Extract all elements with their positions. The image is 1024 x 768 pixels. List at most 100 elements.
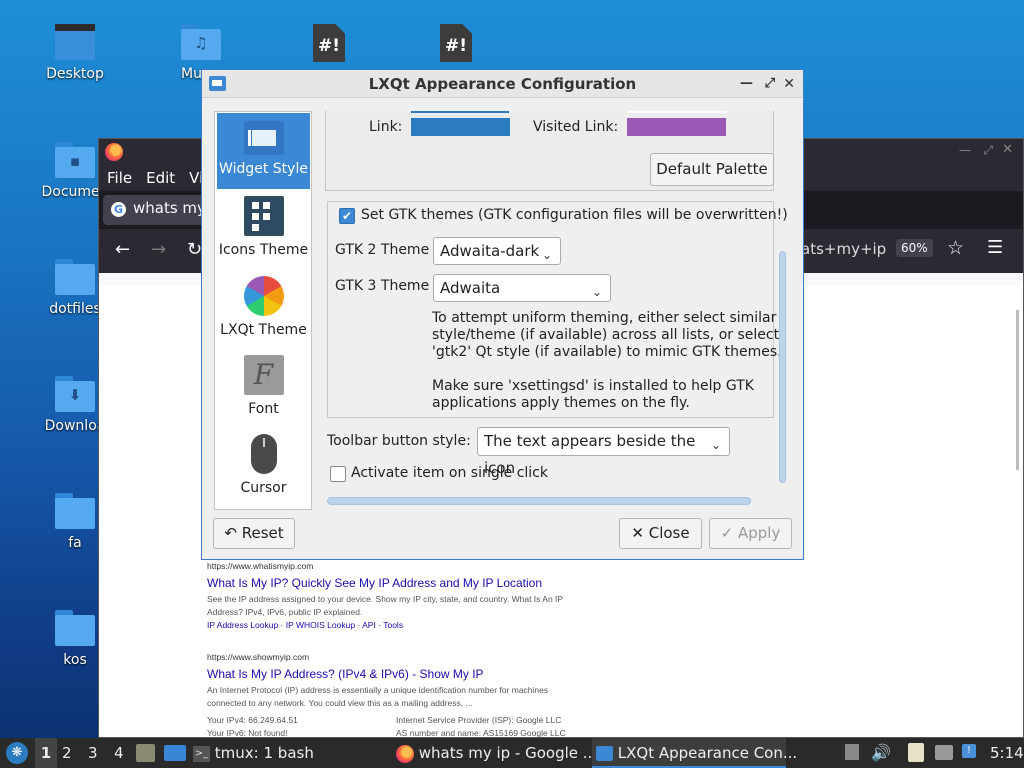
script-file-icon: #! xyxy=(440,24,472,62)
close-button[interactable]: ✕ Close xyxy=(619,518,702,549)
tab-title: whats my xyxy=(133,199,206,217)
sidebar-item-widget-style[interactable]: Widget Style xyxy=(217,113,310,189)
checkmark-icon: ✓ xyxy=(720,524,734,542)
single-click-label[interactable]: Activate item on single click xyxy=(351,465,548,481)
search-result: https://www.whatismyip.com What Is My IP… xyxy=(207,561,567,630)
minimize-icon[interactable]: — xyxy=(740,70,753,98)
horizontal-scrollbar[interactable] xyxy=(327,497,751,505)
desktop-icon-script-2[interactable]: #! xyxy=(410,24,502,62)
toolbar-style-select[interactable]: The text appears beside the icon ⌄ xyxy=(477,427,730,477)
font-icon: F xyxy=(243,355,284,395)
menu-file[interactable]: File xyxy=(107,169,132,187)
undo-icon: ↶ xyxy=(224,524,237,542)
maximize-icon[interactable]: ⤢ xyxy=(983,143,993,158)
vertical-scrollbar[interactable] xyxy=(779,251,786,483)
forward-icon[interactable]: → xyxy=(151,239,166,260)
widget-style-icon xyxy=(243,121,284,155)
visited-link-label: Visited Link: xyxy=(533,119,619,135)
sidebar-item-label: Cursor xyxy=(240,480,287,496)
reset-button[interactable]: ↶ Reset xyxy=(213,518,295,549)
task-firefox[interactable]: whats my ip - Google ... xyxy=(396,738,597,768)
clock[interactable]: 5:14 xyxy=(990,738,1024,768)
sidebar-item-lxqt-theme[interactable]: LXQt Theme xyxy=(217,276,310,350)
task-label: tmux: 1 bash xyxy=(214,744,314,762)
visited-link-top-strip xyxy=(627,111,727,113)
script-file-icon: #! xyxy=(313,24,345,62)
close-icon[interactable]: ✕ xyxy=(1002,142,1013,157)
toolbar-style-label: Toolbar button style: xyxy=(327,433,471,449)
mouse-icon xyxy=(250,434,277,474)
sidebar-item-cursor[interactable]: Cursor xyxy=(217,434,310,508)
chevron-down-icon: ⌄ xyxy=(541,248,552,262)
gtk-themes-checkbox-label[interactable]: Set GTK themes (GTK configuration files … xyxy=(361,207,788,223)
appearance-config-dialog: LXQt Appearance Configuration — ⤢ ✕ Widg… xyxy=(201,69,804,560)
sidebar-item-icons-theme[interactable]: Icons Theme xyxy=(217,196,310,270)
result-description-2: Address? IPv4, IPv6, public IP explained… xyxy=(207,607,363,617)
link-label: Link: xyxy=(369,119,403,135)
desktop-icon-script-1[interactable]: #! xyxy=(283,24,375,62)
downloads-folder-icon: ⬇ xyxy=(55,376,95,412)
file-manager-launcher-icon[interactable] xyxy=(136,744,155,762)
url-text[interactable]: ats+my+ip xyxy=(801,240,886,258)
result-title-link[interactable]: What Is My IP? Quickly See My IP Address… xyxy=(207,576,567,590)
result-url: https://www.showmyip.com xyxy=(207,652,310,662)
workspace-1[interactable]: 1 xyxy=(35,738,57,768)
gtk2-theme-value: Adwaita-dark xyxy=(440,242,540,260)
link-color-top-strip xyxy=(411,111,509,113)
hamburger-menu-icon[interactable]: ☰ xyxy=(987,237,1003,258)
result-sitelinks[interactable]: IP Address Lookup · IP WHOIS Lookup · AP… xyxy=(207,620,567,630)
link-color-button[interactable] xyxy=(411,118,510,136)
settings-panel: Link: Visited Link: Default Palette ✔ Se… xyxy=(325,111,788,510)
start-menu-icon[interactable]: ❋ xyxy=(6,742,28,764)
apply-label: Apply xyxy=(738,524,781,542)
app-icon xyxy=(209,76,226,91)
sidebar-item-font[interactable]: F Font xyxy=(217,355,310,429)
bookmark-star-icon[interactable]: ☆ xyxy=(947,237,964,259)
desktop-icon-label: Desktop xyxy=(46,66,104,82)
maximize-icon[interactable]: ⤢ xyxy=(765,70,775,98)
close-icon[interactable]: ✕ xyxy=(783,70,795,98)
zoom-badge[interactable]: 60% xyxy=(896,239,933,257)
sidebar-item-label: Widget Style xyxy=(219,161,308,177)
menu-edit[interactable]: Edit xyxy=(146,169,175,187)
task-label: whats my ip - Google ... xyxy=(418,744,598,762)
gtk3-theme-select[interactable]: Adwaita ⌄ xyxy=(433,274,611,302)
minimize-icon[interactable]: — xyxy=(959,143,971,157)
task-tmux[interactable]: >_ tmux: 1 bash xyxy=(193,738,383,768)
gtk2-theme-select[interactable]: Adwaita-dark ⌄ xyxy=(433,237,561,265)
icons-theme-icon xyxy=(243,196,284,236)
notification-icon[interactable]: ! xyxy=(962,744,976,758)
close-x-icon: ✕ xyxy=(631,524,644,542)
desktop-icon-desktop[interactable]: Desktop xyxy=(29,24,121,82)
chevron-down-icon: ⌄ xyxy=(710,438,721,452)
task-lxqt-appearance[interactable]: LXQt Appearance Con... xyxy=(592,738,797,768)
workspace-3[interactable]: 3 xyxy=(88,738,98,768)
upload-tray-icon[interactable] xyxy=(845,744,859,760)
task-label: LXQt Appearance Con... xyxy=(617,744,798,762)
single-click-checkbox[interactable] xyxy=(330,466,346,482)
workspace-2[interactable]: 2 xyxy=(62,738,72,768)
music-folder-icon: ♫ xyxy=(181,24,221,60)
result-title-link[interactable]: What Is My IP Address? (IPv4 & IPv6) - S… xyxy=(207,667,567,681)
firefox-icon xyxy=(396,744,414,763)
volume-icon[interactable]: 🔊 xyxy=(871,738,891,768)
sidebar-item-label: Icons Theme xyxy=(218,242,309,258)
network-icon[interactable] xyxy=(935,745,953,760)
page-scrollbar[interactable] xyxy=(1016,310,1019,470)
back-icon[interactable]: ← xyxy=(115,239,130,260)
gtk-note-line-1: To attempt uniform theming, either selec… xyxy=(432,310,777,326)
clipboard-icon[interactable] xyxy=(908,743,924,762)
folder-icon xyxy=(55,259,95,295)
terminal-icon: >_ xyxy=(193,745,210,762)
ip-info-ipv6: Your IPv6: Not found! xyxy=(207,728,288,738)
gtk-themes-checkbox[interactable]: ✔ xyxy=(339,208,355,224)
visited-link-color-button[interactable] xyxy=(627,118,726,136)
default-palette-button[interactable]: Default Palette xyxy=(650,153,774,186)
show-desktop-icon[interactable] xyxy=(164,745,186,761)
gtk2-theme-label: GTK 2 Theme xyxy=(335,242,430,258)
tab-google-search[interactable]: G whats my xyxy=(103,195,213,225)
lxqt-theme-icon xyxy=(243,276,284,316)
workspace-4[interactable]: 4 xyxy=(114,738,124,768)
apply-button[interactable]: ✓ Apply xyxy=(709,518,792,549)
reload-icon[interactable]: ↻ xyxy=(187,239,202,260)
